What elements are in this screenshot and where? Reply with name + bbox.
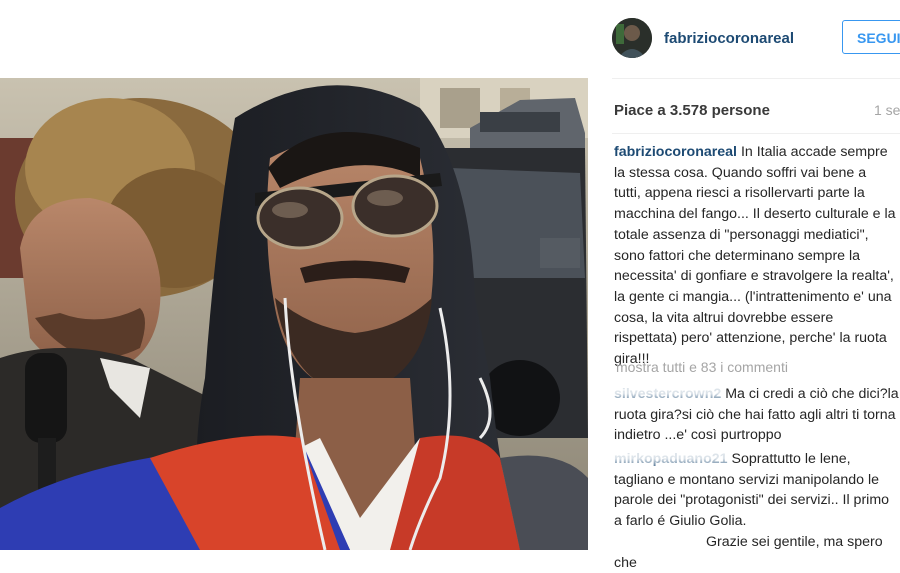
comment-username[interactable]: silvestercrown2: [614, 384, 721, 405]
post-photo[interactable]: [0, 78, 588, 550]
show-all-comments-link[interactable]: mostra tutti e 83 i commenti: [616, 359, 788, 375]
follow-button[interactable]: SEGUI: [842, 20, 900, 54]
post-header: fabriziocoronareal SEGUI: [596, 0, 900, 78]
comment-item: mirkopaduano21 Soprattutto le lene, tagl…: [614, 449, 900, 531]
post-sidebar: fabriziocoronareal SEGUI Piace a 3.578 p…: [596, 0, 900, 571]
comment-text: Grazie sei gentile, ma spero che: [614, 534, 883, 571]
comment-item: Grazie sei gentile, ma spero che: [614, 532, 900, 573]
comment-item: silvestercrown2 Ma ci credi a ciò che di…: [614, 384, 900, 446]
divider: [612, 78, 900, 79]
comment-username[interactable]: mirkopaduano21: [614, 449, 728, 470]
avatar[interactable]: [612, 18, 652, 58]
header-username[interactable]: fabriziocoronareal: [664, 30, 794, 47]
caption: fabriziocoronareal In Italia accade semp…: [614, 142, 896, 370]
caption-text: In Italia accade sempre la stessa cosa. …: [614, 144, 896, 368]
post-time[interactable]: 1 se: [874, 102, 900, 118]
likes-count[interactable]: Piace a 3.578 persone: [614, 102, 770, 119]
photo-area: [0, 0, 596, 563]
caption-username[interactable]: fabriziocoronareal: [614, 144, 737, 160]
divider: [612, 133, 900, 134]
